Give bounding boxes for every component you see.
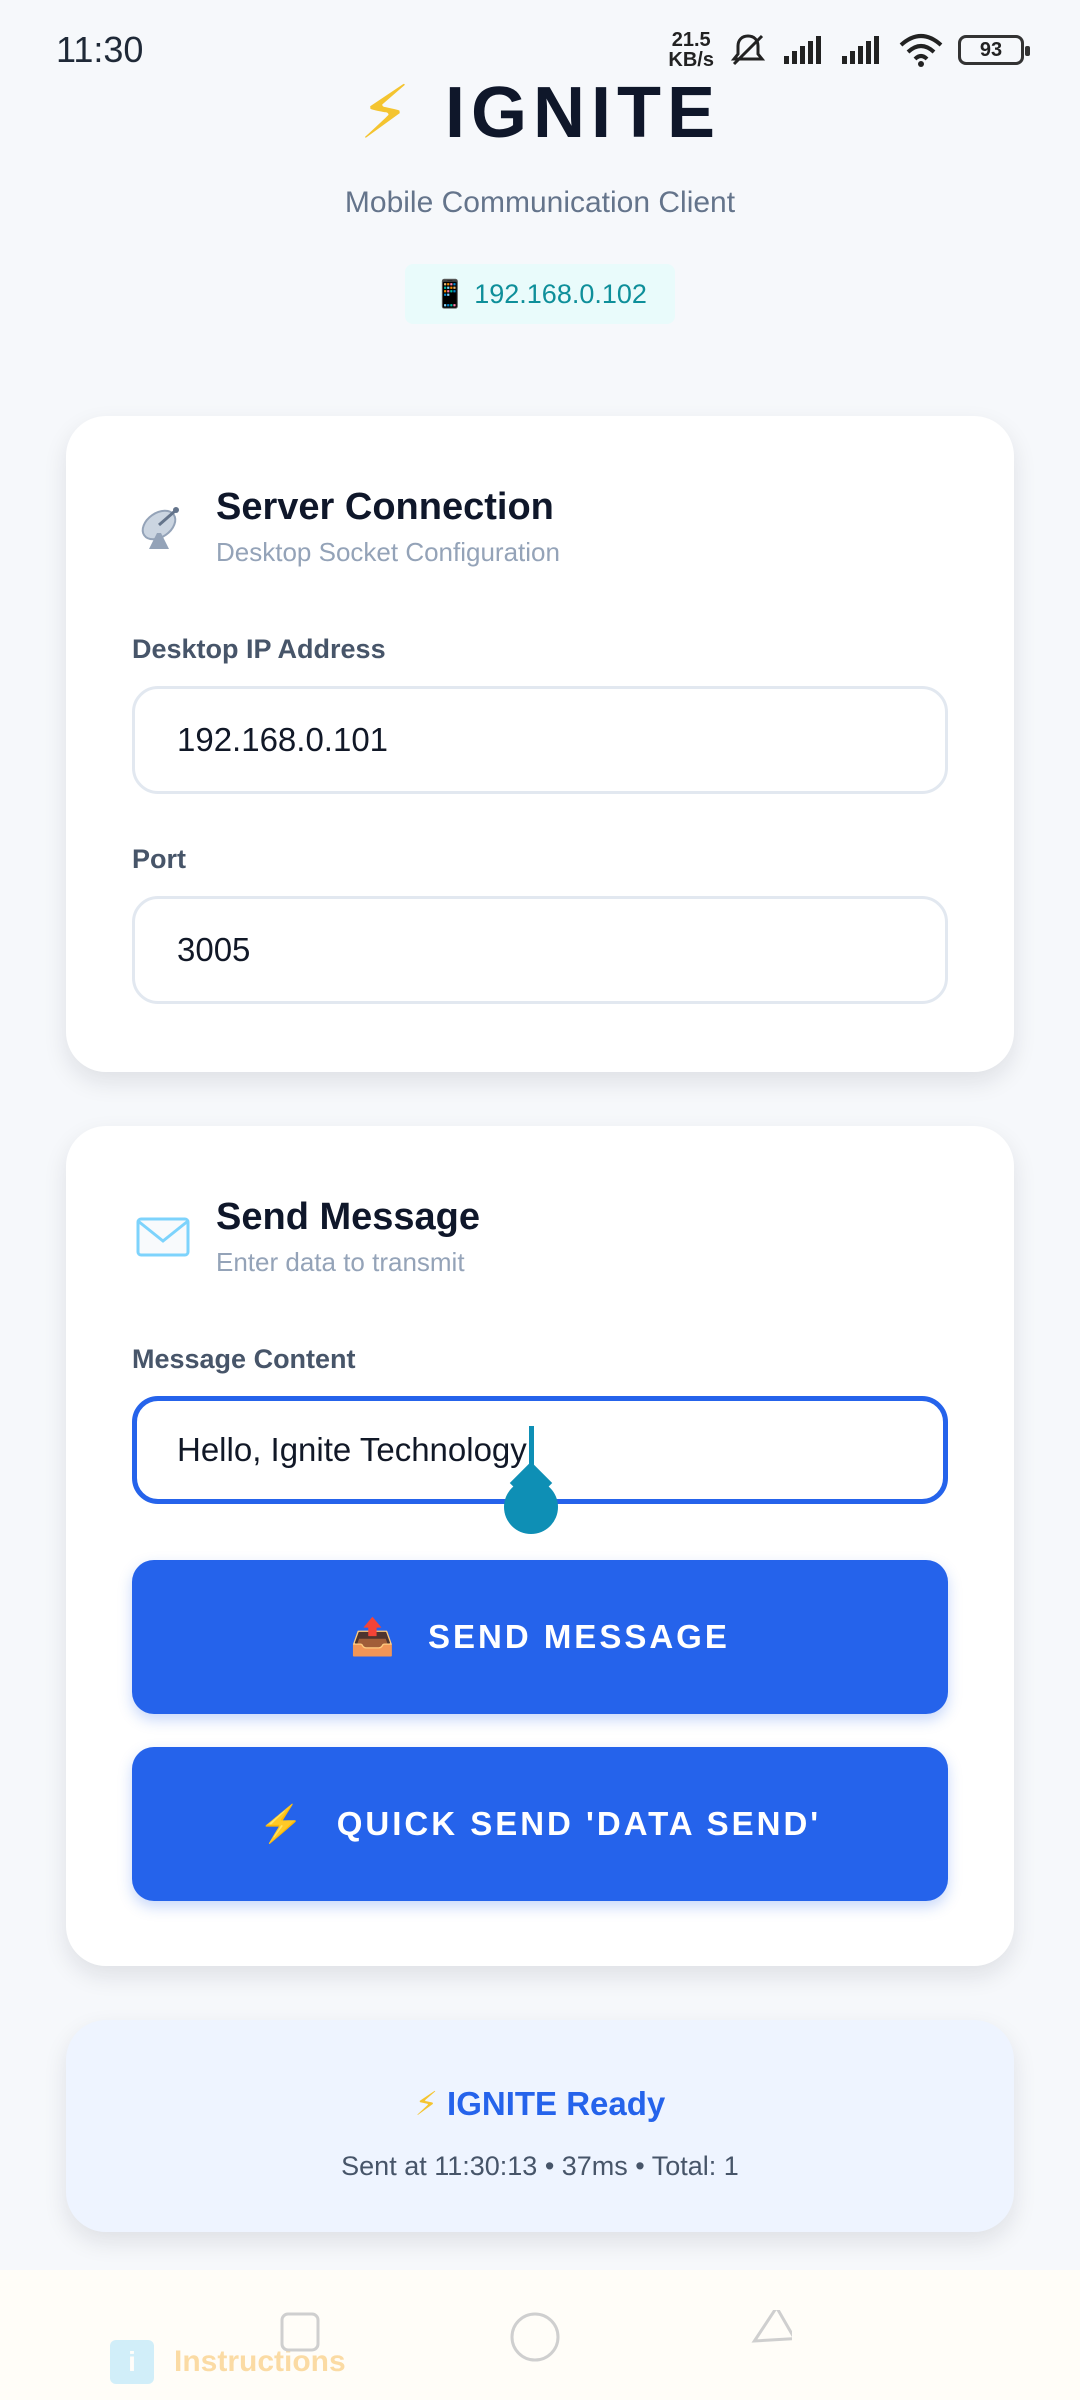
status-title: ⚡ IGNITE Ready <box>66 2084 1014 2123</box>
device-ip-chip: 📱 192.168.0.102 <box>405 264 675 324</box>
message-card-title: Send Message <box>216 1196 480 1238</box>
status-bar: 11:30 21.5 KB/s 93 <box>0 0 1080 100</box>
send-message-card: Send Message Enter data to transmit Mess… <box>66 1126 1014 1966</box>
back-icon[interactable] <box>748 2304 798 2359</box>
send-message-label: SEND MESSAGE <box>427 1618 730 1655</box>
wifi-icon <box>898 33 944 67</box>
battery-icon: 93 <box>958 35 1030 65</box>
device-ip-text: 192.168.0.102 <box>474 279 647 309</box>
quick-send-label: QUICK SEND 'DATA SEND' <box>336 1805 822 1842</box>
status-time: 11:30 <box>56 29 144 70</box>
text-cursor-handle[interactable] <box>504 1480 558 1534</box>
outbox-tray-icon: 📤 <box>350 1616 398 1657</box>
server-connection-card: Server Connection Desktop Socket Configu… <box>66 416 1014 1072</box>
bolt-icon: ⚡ <box>414 2085 438 2122</box>
status-title-text: IGNITE Ready <box>447 2085 666 2122</box>
phone-icon: 📱 <box>433 279 467 309</box>
network-speed-value: 21.5 <box>671 29 711 51</box>
signal-icon <box>782 34 826 66</box>
bolt-icon: ⚡ <box>258 1803 307 1844</box>
network-speed: 21.5 KB/s <box>668 30 714 70</box>
quick-send-button[interactable]: ⚡ QUICK SEND 'DATA SEND' <box>132 1747 948 1901</box>
ip-address-label: Desktop IP Address <box>132 634 386 664</box>
bottom-zone: i Instructions <box>0 2270 1080 2400</box>
server-card-subtitle: Desktop Socket Configuration <box>216 537 560 567</box>
ip-address-input[interactable] <box>132 686 948 794</box>
port-label: Port <box>132 844 186 874</box>
status-icons: 21.5 KB/s 93 <box>668 30 1030 70</box>
info-icon: i <box>110 2340 154 2384</box>
message-card-header: Send Message Enter data to transmit <box>132 1196 480 1278</box>
port-input[interactable] <box>132 896 948 1004</box>
signal-icon <box>840 34 884 66</box>
app-subtitle: Mobile Communication Client <box>344 186 736 219</box>
message-content-label: Message Content <box>132 1344 356 1374</box>
envelope-icon <box>132 1206 194 1268</box>
home-icon[interactable] <box>508 2310 562 2369</box>
server-card-title: Server Connection <box>216 486 554 528</box>
recents-icon[interactable] <box>278 2310 322 2359</box>
status-card: ⚡ IGNITE Ready Sent at 11:30:13 • 37ms •… <box>66 2020 1014 2232</box>
message-card-subtitle: Enter data to transmit <box>216 1247 465 1277</box>
satellite-dish-icon <box>132 496 194 558</box>
battery-level: 93 <box>979 38 1003 61</box>
server-card-header: Server Connection Desktop Socket Configu… <box>132 486 560 568</box>
network-speed-unit: KB/s <box>668 49 714 71</box>
status-detail: Sent at 11:30:13 • 37ms • Total: 1 <box>341 2151 739 2181</box>
mute-icon <box>728 30 768 70</box>
app-header: ⚡ IGNITE Mobile Communication Client 📱 1… <box>0 70 1080 324</box>
send-message-button[interactable]: 📤 SEND MESSAGE <box>132 1560 948 1714</box>
